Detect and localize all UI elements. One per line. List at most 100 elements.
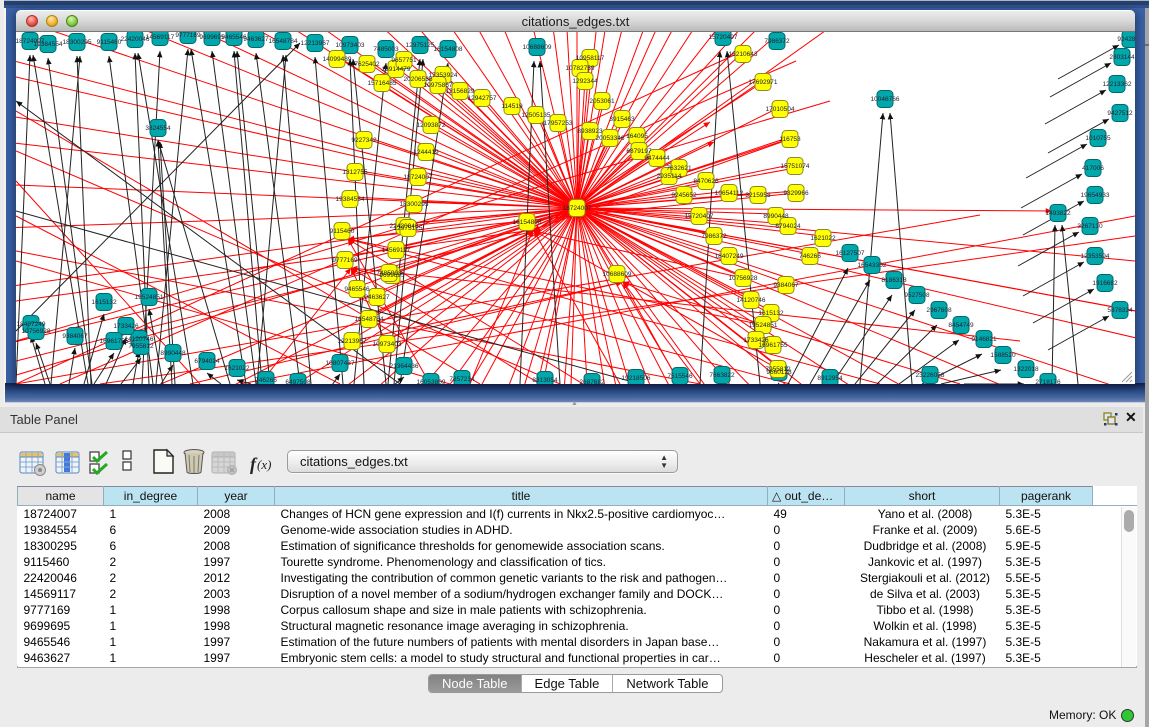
svg-text:12213967: 12213967 (338, 338, 367, 345)
svg-text:6497508: 6497508 (285, 379, 311, 384)
svg-text:12093872: 12093872 (417, 122, 446, 129)
svg-text:21364436: 21364436 (390, 363, 419, 370)
svg-text:18724007: 18724007 (404, 174, 433, 181)
svg-text:16154808: 16154808 (513, 219, 542, 226)
svg-text:746266: 746266 (255, 377, 277, 384)
svg-text:9427512: 9427512 (1107, 110, 1133, 117)
svg-text:8813054: 8813054 (532, 377, 558, 384)
svg-text:3824554: 3824554 (145, 125, 171, 132)
svg-text:3915463: 3915463 (609, 116, 635, 123)
svg-text:12156829: 12156829 (446, 88, 475, 95)
svg-text:9465546: 9465546 (344, 286, 370, 293)
svg-text:10782759: 10782759 (566, 65, 595, 72)
svg-text:19524851: 19524851 (135, 294, 164, 301)
svg-text:12942757: 12942757 (468, 95, 497, 102)
svg-text:2718176: 2718176 (1035, 379, 1061, 384)
svg-text:7857234: 7857234 (449, 376, 475, 383)
svg-text:1312755: 1312755 (342, 169, 368, 176)
svg-text:2967608: 2967608 (926, 307, 952, 314)
svg-text:9242848: 9242848 (1117, 36, 1135, 43)
svg-text:3215958: 3215958 (745, 192, 771, 199)
svg-text:10973403: 10973403 (373, 341, 402, 348)
svg-text:16961755: 16961755 (759, 342, 788, 349)
svg-text:164095: 164095 (626, 133, 648, 140)
svg-text:18724007: 18724007 (563, 205, 592, 212)
svg-text:7986372: 7986372 (701, 233, 727, 240)
svg-text:10807487: 10807487 (326, 360, 355, 367)
svg-text:1615132: 1615132 (758, 310, 784, 317)
svg-text:116753: 116753 (779, 136, 801, 143)
svg-text:12353594: 12353594 (1081, 253, 1110, 260)
svg-text:19384554: 19384554 (336, 196, 365, 203)
svg-text:18407249: 18407249 (17, 321, 46, 328)
svg-text:17692971: 17692971 (749, 79, 778, 86)
svg-text:9657751: 9657751 (391, 57, 417, 64)
svg-text:1493822: 1493822 (1045, 210, 1071, 217)
svg-text:19218506: 19218506 (622, 375, 651, 382)
svg-text:10654112: 10654112 (715, 190, 744, 197)
svg-text:10958117: 10958117 (576, 55, 605, 62)
svg-text:746266: 746266 (799, 253, 821, 260)
svg-text:9146821: 9146821 (971, 336, 997, 343)
svg-text:19524851: 19524851 (749, 322, 778, 329)
svg-text:114519: 114519 (501, 103, 523, 110)
svg-text:7986372: 7986372 (764, 38, 790, 45)
svg-text:10688609: 10688609 (523, 44, 552, 51)
svg-text:6794024: 6794024 (194, 358, 220, 365)
svg-text:15751074: 15751074 (781, 163, 810, 170)
svg-text:10756928: 10756928 (729, 275, 758, 282)
svg-text:6794024: 6794024 (775, 223, 801, 230)
svg-text:20053346: 20053346 (596, 135, 625, 142)
svg-text:8454749: 8454749 (948, 322, 974, 329)
svg-text:19654933: 19654933 (1081, 192, 1110, 199)
svg-text:7663822: 7663822 (709, 372, 735, 379)
svg-text:18300295: 18300295 (400, 201, 429, 208)
svg-text:16154808: 16154808 (434, 46, 463, 53)
svg-text:15914479: 15914479 (382, 66, 411, 73)
svg-text:8186318: 8186318 (881, 277, 907, 284)
svg-text:9115460: 9115460 (330, 228, 355, 235)
svg-text:14569117: 14569117 (146, 34, 175, 41)
svg-text:7625402: 7625402 (354, 61, 380, 68)
svg-text:12975125: 12975125 (394, 225, 423, 232)
svg-text:16548784: 16548784 (355, 316, 384, 323)
svg-text:1733426: 1733426 (113, 323, 139, 330)
svg-text:23226058: 23226058 (916, 372, 945, 379)
svg-text:12505135: 12505135 (522, 112, 551, 119)
svg-text:9245652: 9245652 (671, 192, 697, 199)
svg-text:2935114: 2935114 (657, 173, 682, 180)
svg-text:12975125: 12975125 (406, 42, 435, 49)
svg-text:16548784: 16548784 (269, 38, 298, 45)
svg-text:1615132: 1615132 (91, 299, 117, 306)
svg-text:10688609: 10688609 (603, 271, 632, 278)
svg-text:14120746: 14120746 (125, 336, 154, 343)
svg-text:15720407: 15720407 (685, 213, 714, 220)
svg-text:9474444: 9474444 (644, 155, 670, 162)
svg-text:8990448: 8990448 (763, 213, 789, 220)
svg-text:17957253: 17957253 (544, 120, 573, 127)
svg-text:9463627: 9463627 (364, 294, 390, 301)
svg-text:(x): (x) (257, 457, 271, 472)
svg-text:16543362: 16543362 (858, 262, 887, 269)
svg-text:1916682: 1916682 (1092, 280, 1118, 287)
svg-text:9384067: 9384067 (62, 333, 88, 340)
svg-text:9329966: 9329966 (783, 190, 809, 197)
svg-text:14569117: 14569117 (382, 247, 411, 254)
svg-text:19384554: 19384554 (34, 41, 63, 48)
svg-text:17353924: 17353924 (429, 72, 458, 79)
svg-text:1621022: 1621022 (810, 235, 836, 242)
svg-text:7485003: 7485003 (373, 46, 399, 53)
svg-text:9115460: 9115460 (97, 39, 122, 46)
svg-text:2803144: 2803144 (1109, 54, 1135, 61)
svg-text:9227342: 9227342 (351, 137, 377, 144)
svg-text:14099489: 14099489 (323, 56, 352, 63)
svg-text:12213362: 12213362 (1103, 81, 1132, 88)
svg-text:7632621: 7632621 (666, 165, 692, 172)
svg-text:1588520: 1588520 (990, 352, 1016, 359)
svg-text:7485003: 7485003 (376, 270, 402, 277)
svg-text:9384067: 9384067 (773, 282, 799, 289)
svg-text:12213967: 12213967 (301, 40, 330, 47)
svg-text:7515546: 7515546 (667, 373, 693, 380)
svg-text:7955812: 7955812 (128, 343, 154, 350)
svg-text:1244419: 1244419 (413, 149, 439, 156)
